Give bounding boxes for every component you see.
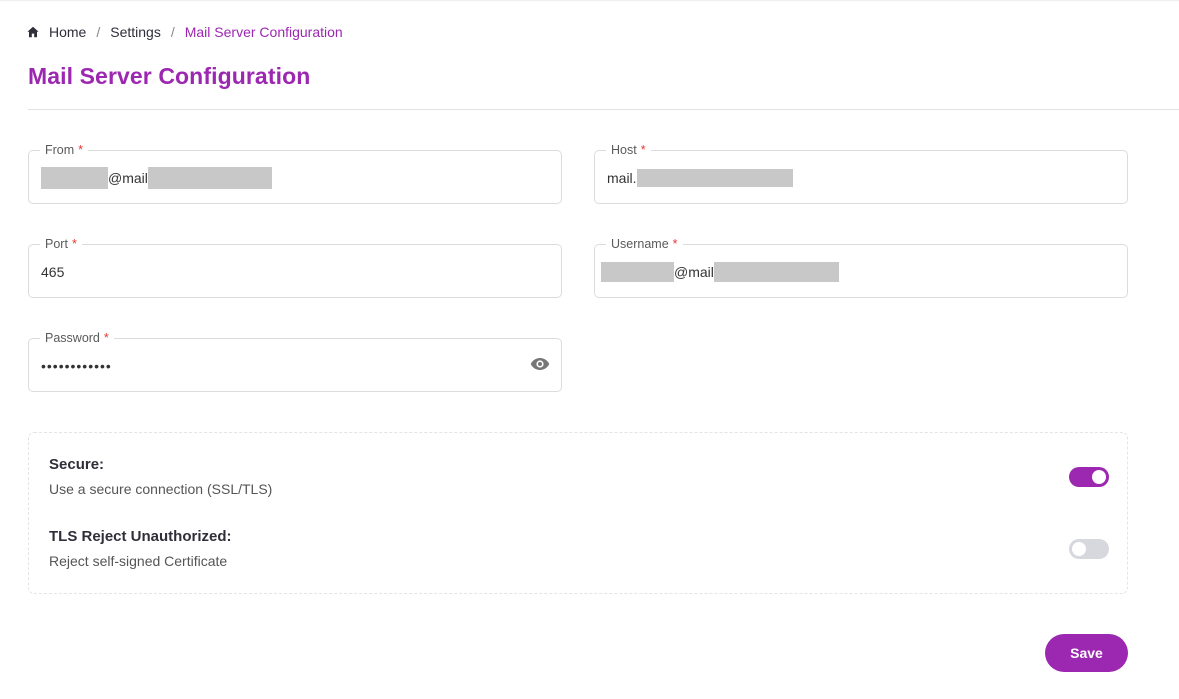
username-label: Username * <box>606 236 683 252</box>
redaction-block <box>601 262 674 282</box>
save-button[interactable]: Save <box>1045 634 1128 672</box>
tls-reject-option: TLS Reject Unauthorized: Reject self-sig… <box>49 528 1109 569</box>
required-mark: * <box>672 237 678 251</box>
top-shadow <box>0 0 1179 2</box>
from-field[interactable]: From * @mail <box>28 142 562 204</box>
port-field[interactable]: Port * 465 <box>28 236 562 298</box>
secure-toggle[interactable] <box>1069 467 1109 487</box>
required-mark: * <box>640 143 646 157</box>
breadcrumb: Home / Settings / Mail Server Configurat… <box>27 22 343 42</box>
username-field[interactable]: Username * @mail <box>594 236 1128 298</box>
redaction-block <box>147 167 272 189</box>
tls-reject-description: Reject self-signed Certificate <box>49 553 228 569</box>
secure-option: Secure: Use a secure connection (SSL/TLS… <box>49 456 1109 497</box>
breadcrumb-separator: / <box>170 24 175 40</box>
required-mark: * <box>78 143 84 157</box>
from-value: @mail <box>41 167 272 189</box>
redaction-block <box>41 167 108 189</box>
redaction-block <box>636 169 793 187</box>
header-divider <box>28 109 1179 110</box>
secure-title: Secure: <box>49 456 105 473</box>
password-field[interactable]: Password * •••••••••••• <box>28 330 562 392</box>
from-value-text: @mail <box>108 170 148 186</box>
tls-reject-title: TLS Reject Unauthorized: <box>49 528 232 545</box>
host-field[interactable]: Host * mail. <box>594 142 1128 204</box>
host-label: Host * <box>606 142 651 158</box>
breadcrumb-settings[interactable]: Settings <box>110 24 161 40</box>
breadcrumb-separator: / <box>96 24 101 40</box>
toggle-knob <box>1092 470 1106 484</box>
host-value-text: mail. <box>607 170 637 186</box>
required-mark: * <box>103 331 109 345</box>
redaction-block <box>713 262 839 282</box>
password-value: •••••••••••• <box>41 358 112 374</box>
breadcrumb-home[interactable]: Home <box>49 24 86 40</box>
connection-options-panel: Secure: Use a secure connection (SSL/TLS… <box>28 432 1128 594</box>
username-value: @mail <box>601 262 839 282</box>
host-value: mail. <box>607 168 793 188</box>
toggle-knob <box>1072 542 1086 556</box>
username-value-text: @mail <box>674 264 714 280</box>
port-label: Port * <box>40 236 82 252</box>
from-label: From * <box>40 142 89 158</box>
eye-icon[interactable] <box>530 356 550 372</box>
page-title: Mail Server Configuration <box>28 63 311 89</box>
breadcrumb-current: Mail Server Configuration <box>184 24 343 40</box>
home-icon[interactable] <box>27 26 39 38</box>
port-value: 465 <box>41 264 65 280</box>
secure-description: Use a secure connection (SSL/TLS) <box>49 481 273 497</box>
password-label: Password * <box>40 330 114 346</box>
tls-reject-toggle[interactable] <box>1069 539 1109 559</box>
required-mark: * <box>71 237 77 251</box>
